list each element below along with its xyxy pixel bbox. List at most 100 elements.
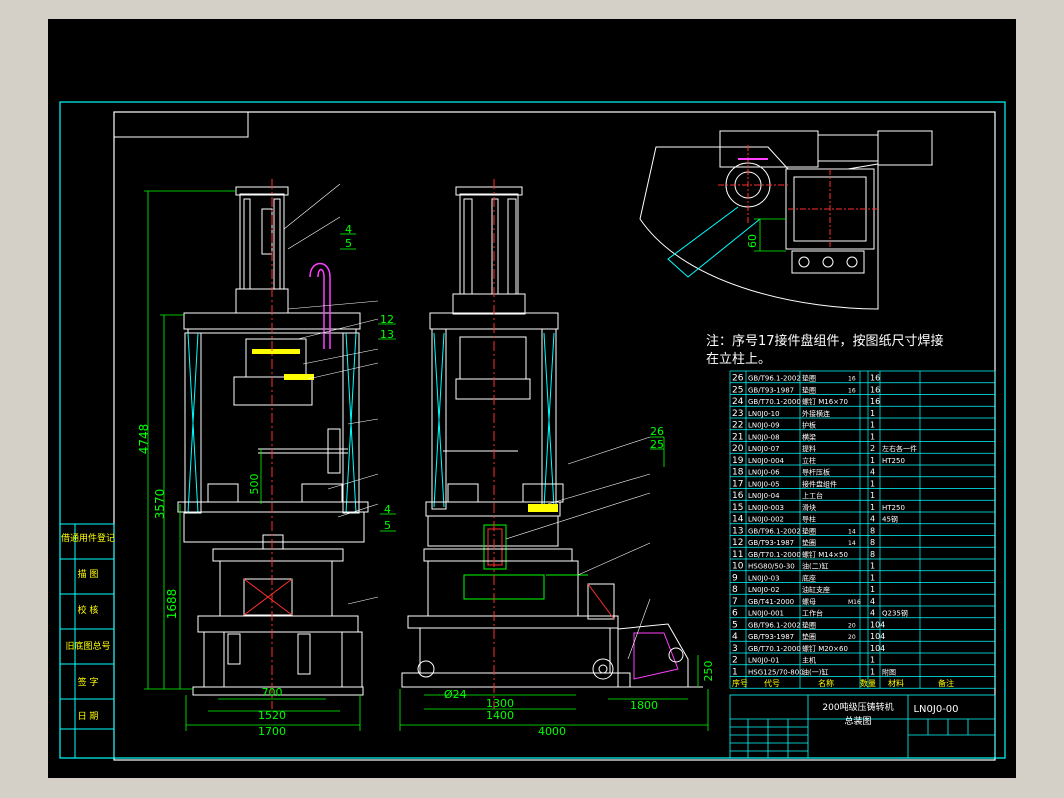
- callout-12: 12: [380, 313, 394, 326]
- bom-cell: 15: [732, 503, 743, 513]
- bom-cell: 18: [732, 468, 744, 478]
- bom-cell: 25: [732, 385, 743, 395]
- bom-cell: 2: [870, 444, 875, 453]
- title-line-2: 总装图: [844, 715, 871, 727]
- bom-cell: 垫圈: [802, 538, 816, 547]
- bom-cell: 19: [732, 456, 744, 466]
- left-label-4: 签 字: [78, 676, 99, 688]
- bom-cell: 1: [870, 432, 875, 441]
- bom-header-cell: 序号: [732, 678, 748, 688]
- bom-cell: 16: [870, 385, 880, 394]
- bom-cell: LN0J0-09: [748, 422, 780, 430]
- bom-cell: 提料: [802, 444, 816, 453]
- bom-cell: LN0J0-001: [748, 610, 784, 618]
- callout-5b: 5: [384, 519, 391, 532]
- bom-cell: 104: [870, 632, 885, 641]
- left-label-1: 描 图: [78, 568, 99, 580]
- bom-cell: 1: [870, 479, 875, 488]
- cad-drawing-canvas[interactable]: 借通用件登记 描 图 校 核 旧底图总号 签 字 日 期 4748 3570 1…: [48, 19, 1016, 778]
- left-label-3: 旧底图总号: [65, 640, 110, 652]
- bom-cell: LN0J0-003: [748, 504, 784, 512]
- dim-1800: 1800: [630, 699, 658, 712]
- left-signoff-column: 借通用件登记 描 图 校 核 旧底图总号 签 字 日 期: [59, 523, 115, 759]
- front-view: [177, 179, 369, 709]
- bom-cell: 滑块: [802, 503, 816, 512]
- left-label-0: 借通用件登记: [61, 532, 115, 544]
- bom-cell: 8: [870, 538, 875, 547]
- bom-cell: 1: [732, 667, 738, 677]
- drawing-svg: 借通用件登记 描 图 校 核 旧底图总号 签 字 日 期 4748 3570 1…: [59, 101, 1006, 761]
- bom-cell: 16: [848, 387, 856, 394]
- dim-1688: 1688: [165, 589, 179, 620]
- bom-table: 26 GB/T96.1-2002 垫圈 16 1625 GB/T93-1987 垫圈 16 16…: [729, 370, 996, 689]
- callout-25: 25: [650, 438, 664, 451]
- bom-cell: LN0J0-004: [748, 457, 785, 465]
- bom-cell: 11: [732, 550, 743, 560]
- bom-cell: LN0J0-04: [748, 492, 780, 500]
- bom-cell: 12: [732, 538, 743, 548]
- bom-cell: Q235钢: [882, 609, 908, 618]
- bom-cell: 立柱: [802, 456, 816, 465]
- bom-cell: 底座: [802, 573, 816, 582]
- bom-cell: 6: [732, 609, 738, 619]
- bom-cell: 工作台: [802, 609, 823, 618]
- dim-1520: 1520: [258, 709, 286, 722]
- bom-cell: 螺钉 M16×70: [802, 397, 848, 406]
- title-line-1: 200吨级压铸转机: [822, 701, 893, 713]
- bom-cell: 4: [870, 468, 875, 477]
- bom-cell: 26: [732, 374, 744, 384]
- bom-cell: 23: [732, 409, 743, 419]
- bom-cell: 油缸支座: [802, 585, 830, 594]
- bom-cell: 5: [732, 620, 738, 630]
- bom-cell: 16: [870, 397, 880, 406]
- bom-cell: 14: [732, 515, 744, 525]
- callout-4a: 4: [345, 223, 352, 236]
- callout-13: 13: [380, 328, 394, 341]
- bom-cell: 7: [732, 597, 738, 607]
- bom-cell: 螺母: [802, 597, 816, 606]
- dim-d24: Ø24: [444, 688, 467, 701]
- dim-1400: 1400: [486, 709, 514, 722]
- detail-view: [639, 130, 933, 310]
- bom-cell: LN0J0-06: [748, 469, 780, 477]
- bom-cell: GB/T96.1-2002: [748, 375, 801, 383]
- bom-cell: 护板: [802, 421, 816, 430]
- bom-cell: 横梁: [802, 432, 816, 441]
- bom-cell: 垫圈: [802, 385, 816, 394]
- bom-cell: 1: [870, 585, 875, 594]
- bom-cell: 8: [732, 585, 738, 595]
- bom-cell: HT250: [882, 457, 905, 465]
- callout-5a: 5: [345, 237, 352, 250]
- bom-cell: 导杆压板: [802, 468, 830, 477]
- bom-cell: 油(二)缸: [802, 562, 828, 571]
- bom-cell: LN0J0-002: [748, 516, 784, 524]
- bom-cell: GB/T93-1987: [748, 386, 794, 394]
- bom-cell: LN0J0-10: [748, 410, 780, 418]
- bom-cell: 4: [870, 515, 875, 524]
- bom-cell: 1: [870, 562, 875, 571]
- bom-cell: 16: [870, 374, 880, 383]
- bom-cell: 1: [870, 456, 875, 465]
- bom-cell: 16: [848, 376, 856, 383]
- bom-cell: 14: [848, 540, 856, 547]
- bom-cell: 螺钉 M14×50: [802, 550, 848, 559]
- bom-cell: 垫圈: [802, 620, 816, 629]
- bom-cell: LN0J0-07: [748, 445, 780, 453]
- dim-700: 700: [262, 686, 283, 699]
- bom-cell: GB/T93-1987: [748, 539, 794, 547]
- bom-cell: 垫圈: [802, 632, 816, 641]
- bom-cell: 20: [848, 634, 856, 641]
- bom-cell: GB/T96.1-2002: [748, 527, 801, 535]
- dim-250: 250: [702, 661, 715, 682]
- bom-cell: 20: [848, 622, 856, 629]
- bom-cell: LN0J0-08: [748, 433, 780, 441]
- note-line-1: 注：序号17接件盘组件，按图纸尺寸焊接: [706, 333, 944, 349]
- bom-cell: HSG125/70-800: [748, 668, 804, 676]
- bom-cell: LN0J0-01: [748, 657, 780, 665]
- bom-cell: 45钢: [882, 515, 898, 524]
- bom-cell: 4: [870, 597, 875, 606]
- bom-cell: 104: [870, 644, 885, 653]
- bom-cell: GB/T41-2000: [748, 598, 794, 606]
- bom-cell: 垫圈: [802, 526, 816, 535]
- dim-60: 60: [746, 234, 759, 248]
